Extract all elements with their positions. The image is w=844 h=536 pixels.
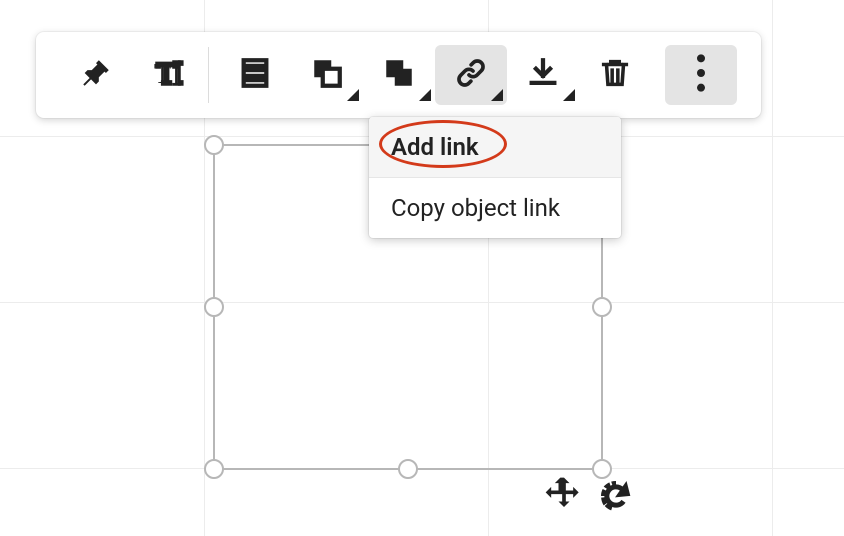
- more-icon: [697, 53, 705, 97]
- link-button[interactable]: [435, 45, 507, 105]
- download-icon: [526, 56, 560, 94]
- menu-item-label: Add link: [391, 133, 479, 161]
- toolbar-separator: [208, 47, 209, 103]
- move-icon[interactable]: [542, 474, 586, 522]
- copy-style-button[interactable]: [363, 45, 435, 105]
- context-toolbar: T: [36, 32, 761, 118]
- resize-handle-tl[interactable]: [204, 135, 224, 155]
- trash-icon: [598, 56, 632, 94]
- copy-style-icon: [382, 56, 416, 94]
- resize-handle-mb[interactable]: [398, 459, 418, 479]
- link-icon: [454, 56, 488, 94]
- menu-add-link[interactable]: Add link: [369, 117, 621, 177]
- pin-icon: [79, 56, 113, 94]
- menu-copy-object-link[interactable]: Copy object link: [369, 178, 621, 238]
- align-button[interactable]: [219, 45, 291, 105]
- dropdown-indicator: [563, 89, 575, 101]
- arrange-button[interactable]: [291, 45, 363, 105]
- download-button[interactable]: [507, 45, 579, 105]
- resize-handle-ml[interactable]: [204, 297, 224, 317]
- resize-handle-mr[interactable]: [592, 297, 612, 317]
- link-menu: Add link Copy object link: [369, 117, 621, 238]
- resize-handle-bl[interactable]: [204, 459, 224, 479]
- arrange-icon: [310, 56, 344, 94]
- more-button[interactable]: [665, 45, 737, 105]
- menu-item-label: Copy object link: [391, 194, 560, 222]
- dropdown-indicator: [419, 89, 431, 101]
- pin-button[interactable]: [60, 45, 132, 105]
- text-style-button[interactable]: T: [132, 45, 204, 105]
- svg-text:T: T: [154, 59, 171, 90]
- align-icon: [238, 56, 272, 94]
- rotate-icon[interactable]: [596, 476, 636, 520]
- dropdown-indicator: [347, 89, 359, 101]
- text-style-icon: T: [151, 56, 185, 94]
- dropdown-indicator: [491, 89, 503, 101]
- delete-button[interactable]: [579, 45, 651, 105]
